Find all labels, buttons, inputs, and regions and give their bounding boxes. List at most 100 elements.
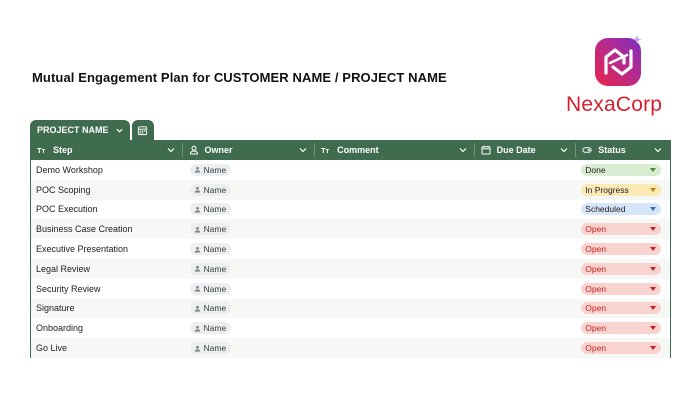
- status-cell[interactable]: Open: [576, 318, 670, 338]
- status-dropdown[interactable]: Open: [581, 302, 662, 315]
- chevron-down-icon[interactable]: [654, 146, 662, 154]
- due-date-cell[interactable]: [475, 160, 577, 180]
- column-header-due-date[interactable]: Due Date: [475, 140, 577, 160]
- owner-chip[interactable]: Name: [189, 262, 232, 275]
- owner-chip[interactable]: Name: [189, 203, 232, 216]
- status-dropdown[interactable]: Open: [581, 282, 662, 295]
- column-header-status[interactable]: Status: [576, 140, 670, 160]
- owner-cell[interactable]: Name: [183, 200, 316, 220]
- dropdown-arrow-icon[interactable]: [650, 247, 657, 252]
- table-row[interactable]: Go Live Name Open: [31, 338, 670, 358]
- step-cell[interactable]: Signature: [31, 299, 183, 319]
- status-dropdown[interactable]: In Progress: [581, 183, 662, 196]
- due-date-cell[interactable]: [475, 259, 577, 279]
- dropdown-arrow-icon[interactable]: [650, 266, 657, 271]
- due-date-cell[interactable]: [475, 299, 577, 319]
- owner-chip[interactable]: Name: [189, 322, 232, 335]
- status-cell[interactable]: Done: [576, 160, 670, 180]
- chevron-down-icon[interactable]: [560, 146, 568, 154]
- due-date-cell[interactable]: [475, 279, 577, 299]
- comment-cell[interactable]: [315, 160, 475, 180]
- owner-chip[interactable]: Name: [189, 243, 232, 256]
- step-cell[interactable]: POC Scoping: [31, 180, 183, 200]
- table-row[interactable]: Executive Presentation Name Open: [31, 239, 670, 259]
- table-row[interactable]: Signature Name Open: [31, 298, 670, 319]
- column-header-owner[interactable]: Owner: [183, 140, 316, 160]
- step-cell[interactable]: POC Execution: [31, 200, 183, 220]
- status-dropdown[interactable]: Open: [581, 262, 662, 275]
- table-row[interactable]: Demo Workshop Name Done: [31, 160, 670, 180]
- owner-cell[interactable]: Name: [183, 279, 316, 299]
- owner-cell[interactable]: Name: [183, 239, 316, 259]
- table-row[interactable]: POC Execution Name Scheduled: [31, 200, 670, 220]
- comment-cell[interactable]: [315, 338, 475, 358]
- chevron-down-icon[interactable]: [167, 146, 175, 154]
- status-cell[interactable]: In Progress: [576, 180, 670, 200]
- table-row[interactable]: Onboarding Name Open: [31, 318, 670, 338]
- dropdown-arrow-icon[interactable]: [650, 207, 657, 212]
- comment-cell[interactable]: [315, 239, 475, 259]
- step-cell[interactable]: Executive Presentation: [31, 239, 183, 259]
- due-date-cell[interactable]: [475, 180, 577, 200]
- owner-cell[interactable]: Name: [183, 219, 316, 239]
- comment-cell[interactable]: [315, 180, 475, 200]
- comment-cell[interactable]: [315, 299, 475, 319]
- comment-cell[interactable]: [315, 318, 475, 338]
- step-cell[interactable]: Onboarding: [31, 318, 183, 338]
- table-row[interactable]: Business Case Creation Name Open: [31, 219, 670, 240]
- step-cell[interactable]: Security Review: [31, 279, 183, 299]
- chevron-down-icon[interactable]: [115, 126, 124, 135]
- chevron-down-icon[interactable]: [459, 146, 467, 154]
- comment-cell[interactable]: [315, 259, 475, 279]
- table-row[interactable]: POC Scoping Name In Progress: [31, 179, 670, 200]
- status-cell[interactable]: Open: [576, 279, 670, 299]
- status-dropdown[interactable]: Done: [581, 163, 662, 176]
- comment-cell[interactable]: [315, 219, 475, 239]
- due-date-cell[interactable]: [475, 200, 577, 220]
- comment-cell[interactable]: [315, 200, 475, 220]
- owner-chip[interactable]: Name: [189, 183, 232, 196]
- owner-chip[interactable]: Name: [189, 302, 232, 315]
- dropdown-arrow-icon[interactable]: [650, 286, 657, 291]
- owner-chip[interactable]: Name: [189, 223, 232, 236]
- chevron-down-icon[interactable]: [299, 146, 307, 154]
- dropdown-arrow-icon[interactable]: [650, 306, 657, 311]
- owner-cell[interactable]: Name: [183, 338, 316, 358]
- status-cell[interactable]: Open: [576, 259, 670, 279]
- calendar-view-button[interactable]: [131, 120, 154, 140]
- owner-chip[interactable]: Name: [189, 342, 232, 355]
- status-dropdown[interactable]: Open: [581, 322, 662, 335]
- due-date-cell[interactable]: [475, 318, 577, 338]
- status-cell[interactable]: Open: [576, 239, 670, 259]
- due-date-cell[interactable]: [475, 338, 577, 358]
- status-dropdown[interactable]: Open: [581, 342, 662, 355]
- status-cell[interactable]: Open: [576, 299, 670, 319]
- dropdown-arrow-icon[interactable]: [650, 346, 657, 351]
- owner-cell[interactable]: Name: [183, 259, 316, 279]
- column-header-step[interactable]: Tт Step: [31, 140, 183, 160]
- tab-project-name[interactable]: PROJECT NAME: [30, 120, 130, 140]
- dropdown-arrow-icon[interactable]: [650, 227, 657, 232]
- due-date-cell[interactable]: [475, 239, 577, 259]
- dropdown-arrow-icon[interactable]: [650, 187, 657, 192]
- step-cell[interactable]: Business Case Creation: [31, 219, 183, 239]
- status-dropdown[interactable]: Open: [581, 223, 662, 236]
- table-row[interactable]: Legal Review Name Open: [31, 258, 670, 279]
- step-cell[interactable]: Go Live: [31, 338, 183, 358]
- dropdown-arrow-icon[interactable]: [650, 167, 657, 172]
- dropdown-arrow-icon[interactable]: [650, 326, 657, 331]
- column-header-comment[interactable]: Tт Comment: [315, 140, 475, 160]
- status-cell[interactable]: Scheduled: [576, 200, 670, 220]
- owner-cell[interactable]: Name: [183, 160, 316, 180]
- status-dropdown[interactable]: Scheduled: [581, 203, 662, 216]
- comment-cell[interactable]: [315, 279, 475, 299]
- owner-chip[interactable]: Name: [189, 163, 232, 176]
- status-cell[interactable]: Open: [576, 219, 670, 239]
- step-cell[interactable]: Legal Review: [31, 259, 183, 279]
- table-row[interactable]: Security Review Name Open: [31, 279, 670, 299]
- owner-chip[interactable]: Name: [189, 282, 232, 295]
- due-date-cell[interactable]: [475, 219, 577, 239]
- status-cell[interactable]: Open: [576, 338, 670, 358]
- owner-cell[interactable]: Name: [183, 180, 316, 200]
- owner-cell[interactable]: Name: [183, 318, 316, 338]
